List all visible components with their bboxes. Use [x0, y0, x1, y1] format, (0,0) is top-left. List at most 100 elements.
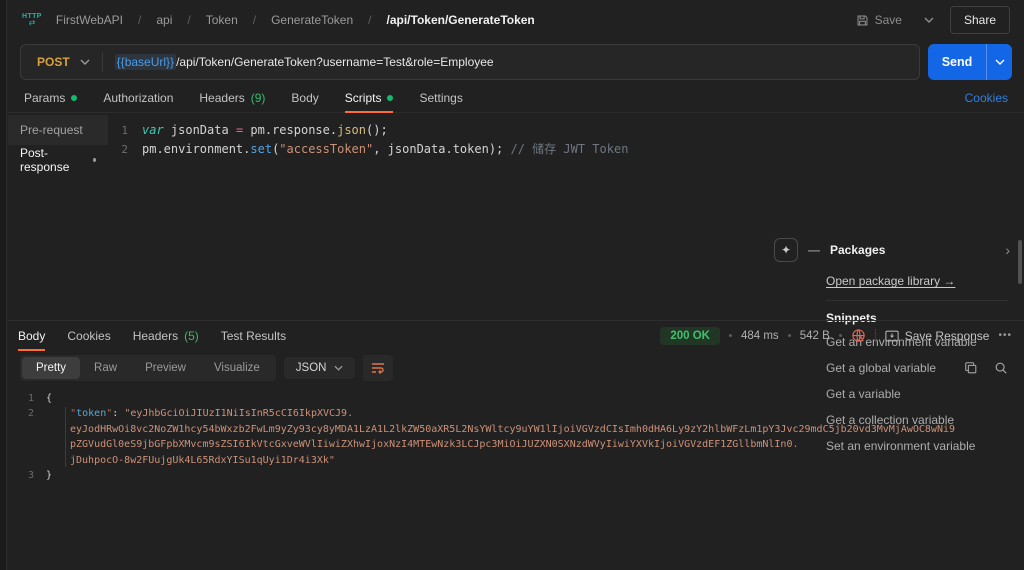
search-icon — [995, 362, 1007, 374]
method-label: POST — [37, 55, 70, 69]
send-button-group: Send — [928, 44, 1012, 80]
panel-resize-handle[interactable]: — — [808, 243, 820, 257]
line-number: 1 — [121, 124, 128, 137]
baseurl-variable[interactable]: {{baseUrl}} — [114, 54, 177, 70]
send-options-chevron[interactable] — [986, 44, 1012, 80]
response-tab-test-results[interactable]: Test Results — [221, 321, 286, 350]
copy-icon — [965, 362, 977, 374]
editor-line: 1 var jsonData = pm.response.json(); — [108, 121, 1024, 140]
wrap-lines-icon — [372, 363, 385, 374]
method-selector[interactable]: POST — [21, 55, 102, 69]
breadcrumb-separator: / — [368, 13, 372, 27]
request-bar: POST {{baseUrl}}/api/Token/GenerateToken… — [8, 40, 1024, 84]
tab-authorization-label: Authorization — [103, 91, 174, 105]
chevron-right-icon[interactable]: › — [1005, 242, 1010, 258]
wrap-lines-button[interactable] — [363, 355, 394, 381]
tab-settings[interactable]: Settings — [419, 84, 462, 112]
format-label: JSON — [295, 362, 327, 374]
share-button[interactable]: Share — [949, 6, 1010, 34]
post-response-content-dot — [92, 158, 96, 162]
breadcrumb-folder-api[interactable]: api — [156, 13, 172, 27]
tab-scripts-label: Scripts — [344, 91, 382, 105]
collapsed-sidebar-strip[interactable] — [0, 0, 7, 570]
breadcrumb-folder-generatetoken[interactable]: GenerateToken — [271, 13, 353, 27]
floppy-icon — [856, 14, 869, 27]
response-tab-headers-label: Headers — [132, 328, 179, 343]
tab-settings-label: Settings — [419, 91, 463, 105]
request-tabs: Params Authorization Headers (9) Body Sc… — [8, 84, 1024, 113]
view-preview[interactable]: Preview — [131, 357, 200, 379]
breadcrumb-folder-token[interactable]: Token — [206, 13, 238, 27]
view-raw[interactable]: Raw — [80, 357, 131, 379]
save-options-chevron[interactable] — [916, 13, 942, 27]
chevron-down-icon — [334, 365, 344, 371]
indent-guide — [65, 407, 66, 467]
url-container: POST {{baseUrl}}/api/Token/GenerateToken… — [20, 44, 920, 80]
scripts-panel: Pre-request Post-response 1 var jsonData… — [8, 113, 1024, 453]
response-tab-body[interactable]: Body — [18, 321, 46, 351]
response-time: 484 ms — [740, 329, 779, 342]
response-body-viewer: 1 { 2 "token": "eyJhbGciOiJIUzI1NiIsInR5… — [8, 386, 1024, 483]
open-package-library-link[interactable]: Open package library → — [826, 274, 955, 288]
http-request-icon: HTTP ⇄ — [22, 13, 42, 27]
more-options-button[interactable]: ••• — [998, 330, 1012, 341]
line-number: 2 — [27, 408, 34, 420]
response-tab-body-label: Body — [18, 328, 46, 343]
line-number: 1 — [27, 393, 34, 404]
response-panel: Body Cookies Headers (5) Test Results 20… — [8, 320, 1024, 570]
save-response-button[interactable]: Save Response — [885, 328, 990, 343]
view-mode-segment: Pretty Raw Preview Visualize — [20, 355, 276, 381]
tab-scripts[interactable]: Scripts — [344, 84, 394, 113]
view-pretty[interactable]: Pretty — [22, 357, 81, 379]
search-button[interactable] — [990, 357, 1012, 379]
script-item-post-response[interactable]: Post-response — [8, 145, 108, 175]
save-button[interactable]: Save — [850, 9, 908, 31]
tab-params-label: Params — [24, 91, 66, 105]
url-path: /api/Token/GenerateToken?username=Test&r… — [176, 55, 494, 69]
network-warning-icon[interactable] — [851, 328, 866, 343]
response-tab-cookies-label: Cookies — [67, 328, 111, 343]
scrollbar[interactable] — [1018, 240, 1022, 284]
divider — [826, 300, 1008, 301]
scripts-active-dot — [387, 95, 394, 101]
line-number: 2 — [121, 143, 128, 156]
tab-body[interactable]: Body — [291, 84, 318, 112]
line-number: 3 — [27, 470, 34, 482]
packages-title: Packages — [830, 243, 886, 257]
copy-button[interactable] — [960, 357, 982, 379]
tab-headers[interactable]: Headers (9) — [199, 84, 265, 112]
breadcrumb-collection[interactable]: FirstWebAPI — [56, 13, 123, 27]
tab-headers-label: Headers — [199, 91, 245, 105]
tab-authorization[interactable]: Authorization — [103, 84, 173, 112]
postbot-button[interactable]: ✦ — [774, 238, 798, 262]
tab-body-label: Body — [291, 91, 319, 105]
request-header: HTTP ⇄ FirstWebAPI / api / Token / Genera… — [8, 0, 1024, 40]
url-input[interactable]: {{baseUrl}}/api/Token/GenerateToken?user… — [114, 54, 494, 70]
headers-count: (9) — [250, 91, 266, 105]
format-dropdown[interactable]: JSON — [283, 357, 356, 379]
response-line: 2 "token": "eyJhbGciOiJIUzI1NiIsInR5cCI6… — [8, 406, 1024, 468]
status-badge: 200 OK — [660, 326, 720, 345]
send-button[interactable]: Send — [928, 44, 986, 80]
chevron-down-icon — [80, 59, 90, 65]
script-type-list: Pre-request Post-response — [8, 113, 108, 320]
response-headers-count: (5) — [184, 328, 199, 343]
editor-line: 2 pm.environment.set("accessToken", json… — [108, 140, 1024, 159]
save-response-label: Save Response — [904, 328, 990, 343]
postbot-icon: ✦ — [780, 243, 792, 257]
save-label: Save — [874, 13, 902, 27]
response-tab-test-results-label: Test Results — [220, 328, 287, 343]
response-tab-headers[interactable]: Headers (5) — [133, 321, 199, 350]
script-item-pre-request[interactable]: Pre-request — [8, 115, 108, 145]
response-tab-cookies[interactable]: Cookies — [67, 321, 110, 350]
request-title[interactable]: /api/Token/GenerateToken — [387, 13, 535, 27]
pre-request-label: Pre-request — [20, 123, 83, 137]
params-active-dot — [71, 95, 78, 101]
response-line: 3 } — [8, 468, 1024, 483]
view-visualize[interactable]: Visualize — [200, 357, 274, 379]
breadcrumb-separator: / — [187, 13, 191, 27]
tab-params[interactable]: Params — [24, 84, 78, 112]
cookies-link[interactable]: Cookies — [965, 91, 1008, 105]
breadcrumb-separator: / — [252, 13, 257, 27]
post-response-label: Post-response — [20, 146, 70, 174]
